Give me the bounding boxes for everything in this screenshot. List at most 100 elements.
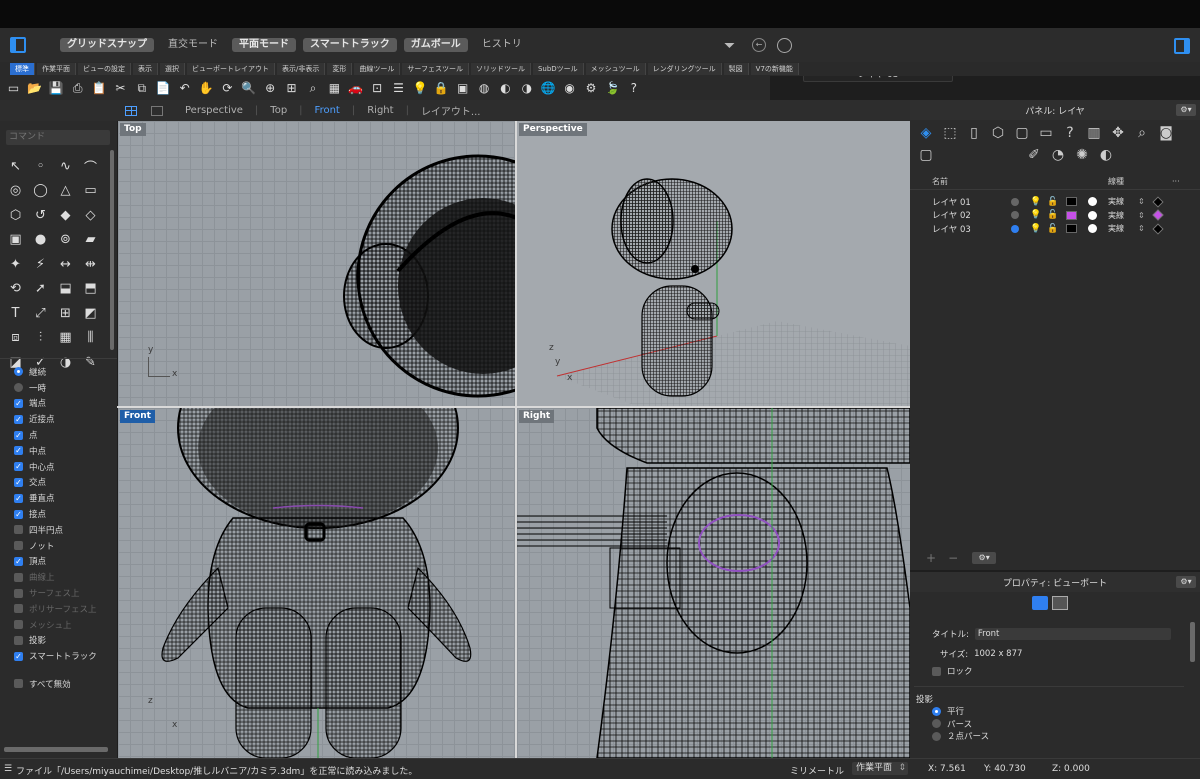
clipboard-icon[interactable]: 📋 [90,79,109,97]
monitor-icon[interactable]: ▭ [1034,122,1058,144]
print-color-icon[interactable] [1152,195,1164,208]
zoom-extents-icon[interactable]: ⊞ [282,79,301,97]
remove-layer-icon[interactable]: − [948,551,958,565]
tool-icon-10[interactable]: ◆ [53,203,78,228]
tool-icon-26[interactable]: ⊞ [53,301,78,326]
osnap-radio[interactable] [14,367,23,377]
layer-color-swatch[interactable] [1066,197,1077,206]
osnap-5[interactable]: ✓ 中点 [14,443,114,459]
osnap-checkbox[interactable] [14,572,23,582]
mode-toggle-5[interactable]: ヒストリ [475,38,529,52]
prop-title-field[interactable]: Front [974,628,1171,640]
single-view-layout-icon[interactable] [151,105,163,116]
lock-icon[interactable]: 🔓 [1047,210,1058,220]
tool-icon-9[interactable]: ↺ [28,203,53,228]
toolbar-tab-1[interactable]: 作業平面 [37,63,76,75]
color-wheel-icon[interactable]: ◍ [475,79,494,97]
viewport-label-front[interactable]: Front [120,410,155,423]
osnap-checkbox[interactable] [14,588,23,598]
osnap-17[interactable]: 投影 [14,633,114,649]
lock-checkbox[interactable] [932,666,941,676]
viewport-tab-2[interactable]: Front [303,105,352,116]
tool-icon-12[interactable]: ▣ [3,228,28,253]
projection-radio[interactable] [932,731,941,741]
projection-radio[interactable] [932,706,941,716]
tool-icon-24[interactable]: T [3,301,28,326]
tool-icon-2[interactable]: ∿ [53,154,78,179]
left-panel-scrollbar[interactable] [4,747,108,752]
grid-icon[interactable]: ▥ [1082,122,1106,144]
properties-icon[interactable]: ▣ [453,79,472,97]
properties-gear-icon[interactable]: ⚙▾ [1176,576,1196,588]
viewport-label-top[interactable]: Top [120,123,146,136]
toolbar-tab-6[interactable]: 表示/非表示 [277,63,326,75]
osnap-checkbox[interactable]: ✓ [14,493,23,503]
osnap-checkbox[interactable]: ✓ [14,651,23,661]
bulb-icon[interactable]: 💡 [1030,210,1041,220]
layer-linetype[interactable]: 実線 [1108,210,1124,221]
pen-icon[interactable]: ✐ [1022,144,1046,166]
layer-row[interactable]: レイヤ 02 💡 🔓 実線 ⇕ [910,209,1200,222]
zoom-icon[interactable]: 🔍 [239,79,258,97]
tool-icon-14[interactable]: ⊚ [53,228,78,253]
add-layer-icon[interactable]: + [926,551,936,565]
zoom-window-icon[interactable]: ⊕ [261,79,280,97]
viewport-4-icon[interactable]: ▦ [325,79,344,97]
toolbar-tab-3[interactable]: 表示 [133,63,158,75]
tool-icon-6[interactable]: △ [53,179,78,204]
tool-icon-17[interactable]: ⚡ [28,252,53,277]
tool-icon-4[interactable]: ◎ [3,179,28,204]
status-menu-icon[interactable]: ☰ [4,764,12,774]
tool-icon-18[interactable]: ↔ [53,252,78,277]
osnap-checkbox[interactable] [14,604,23,614]
osnap-9[interactable]: ✓ 接点 [14,506,114,522]
viewport-perspective[interactable]: Perspective z y x [517,121,910,406]
mode-toggle-3[interactable]: スマートトラック [303,38,397,52]
toolbar-tab-10[interactable]: ソリッドツール [470,63,531,75]
toolbar-tab-14[interactable]: 製図 [723,63,749,75]
material-icon[interactable] [1088,197,1097,206]
back-icon[interactable]: ← [752,38,766,52]
osnap-13[interactable]: 曲線上 [14,569,114,585]
camera-icon[interactable] [1032,596,1048,610]
viewport-label-right[interactable]: Right [519,410,555,423]
page-icon[interactable]: ▢ [1010,122,1034,144]
layer-row[interactable]: レイヤ 03 💡 🔓 実線 ⇕ [910,222,1200,235]
toolbar-tab-9[interactable]: サーフェスツール [402,63,469,75]
globe-icon[interactable]: 🌐 [539,79,558,97]
objects-icon[interactable]: ⬚ [938,122,962,144]
window-icon[interactable]: ▢ [914,144,938,166]
tool-icon-15[interactable]: ▰ [78,228,103,253]
osnap-checkbox[interactable] [14,635,23,645]
osnap-checkbox[interactable]: ✓ [14,477,23,487]
material-icon[interactable] [1088,210,1097,220]
print-color-icon[interactable] [1152,209,1164,221]
projection-option-0[interactable]: 平行 [932,705,989,718]
camera-icon[interactable]: ◙ [1154,122,1178,144]
osnap-checkbox[interactable]: ✓ [14,398,23,408]
environment-icon[interactable]: ◐ [1094,144,1118,166]
tool-icon-21[interactable]: ➚ [28,277,53,302]
osnap-checkbox[interactable] [14,620,23,630]
rendered-icon[interactable]: ◑ [517,79,536,97]
layer-color-swatch[interactable] [1066,224,1077,233]
stepper-icon[interactable]: ⇕ [1138,224,1145,233]
projection-option-1[interactable]: パース [932,718,989,731]
tool-icon-5[interactable]: ◯ [28,179,53,204]
osnap-0[interactable]: 継続 [14,364,114,380]
tool-icon-23[interactable]: ⬒ [78,277,103,302]
projection-radio[interactable] [932,719,941,729]
layer-name[interactable]: レイヤ 02 [932,209,971,221]
osnap-11[interactable]: ノット [14,538,114,554]
tool-icon-13[interactable]: ● [28,228,53,253]
tool-icon-19[interactable]: ⇹ [78,252,103,277]
viewport-front[interactable]: Front z x [118,408,515,758]
osnap-7[interactable]: ✓ 交点 [14,475,114,491]
viewport-split-horizontal[interactable] [117,406,910,408]
layers-icon[interactable]: ◈ [914,122,938,144]
osnap-14[interactable]: サーフェス上 [14,585,114,601]
mode-toggle-2[interactable]: 平面モード [232,38,296,52]
lock-icon[interactable]: 🔓 [1047,197,1058,207]
osnap-checkbox[interactable]: ✓ [14,430,23,440]
current-layer-radio[interactable] [1011,224,1019,233]
